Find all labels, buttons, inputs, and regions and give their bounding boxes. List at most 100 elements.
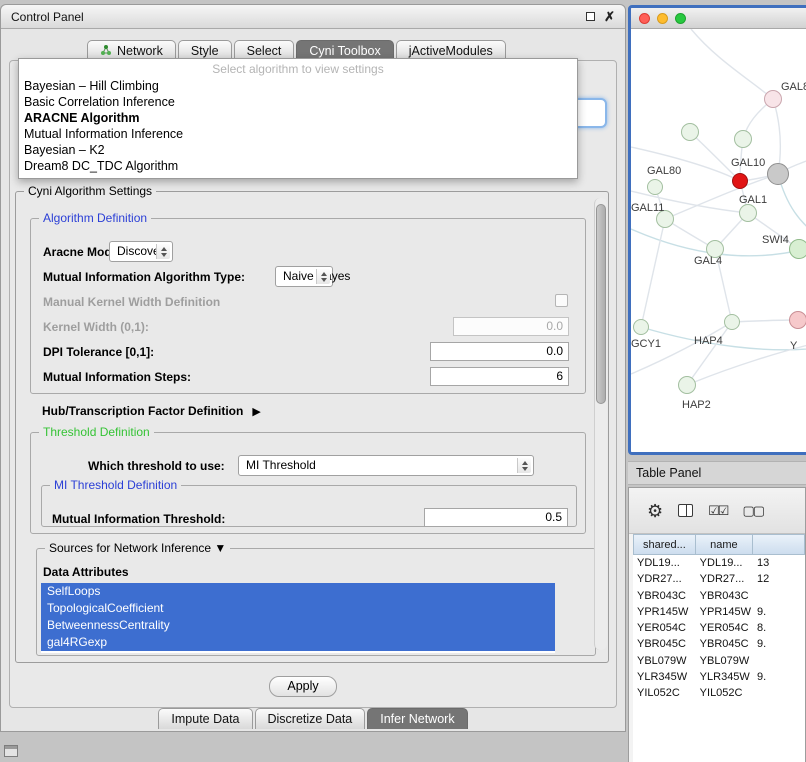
table-cell: YDR27...	[633, 571, 696, 587]
hub-section-toggle[interactable]: Hub/Transcription Factor Definition ▶	[42, 404, 261, 418]
float-window-icon[interactable]	[586, 12, 595, 21]
table-panel-titlebar: Table Panel	[628, 461, 806, 485]
network-node[interactable]	[789, 311, 806, 329]
scrollbar-thumb[interactable]	[596, 204, 606, 404]
tab-label: Infer Network	[380, 712, 454, 726]
combo-stepper-icon	[517, 458, 531, 473]
network-node[interactable]	[739, 204, 757, 222]
network-node-label: SWI4	[762, 234, 789, 246]
settings-scrollbar[interactable]	[594, 198, 607, 650]
algorithm-option[interactable]: Mutual Information Inference	[19, 126, 577, 142]
node-table: shared... name YDL19...YDL19...13YDR27..…	[633, 534, 805, 762]
close-icon[interactable]: ✗	[604, 10, 615, 23]
network-node-label: GAL80	[647, 165, 681, 177]
network-node[interactable]	[633, 319, 649, 335]
tab-discretize-data[interactable]: Discretize Data	[255, 708, 366, 729]
network-node-label: Y	[790, 340, 797, 352]
network-node[interactable]	[678, 376, 696, 394]
minimize-traffic-light-icon[interactable]	[657, 13, 668, 24]
table-toolbar: ⚙ ☑☑ ▢▢	[629, 488, 805, 534]
algorithm-definition-group: Algorithm Definition Aracne Mode: Discov…	[30, 218, 586, 394]
attribute-item[interactable]: TopologicalCoefficient	[41, 600, 555, 617]
gear-icon[interactable]: ⚙	[647, 502, 663, 520]
table-row[interactable]: YBL079WYBL079W	[633, 653, 805, 669]
network-window-titlebar[interactable]	[631, 8, 806, 29]
tab-infer-network[interactable]: Infer Network	[367, 708, 467, 729]
combo-stepper-icon	[156, 244, 170, 259]
column-header-shared-name[interactable]: shared...	[633, 534, 696, 555]
attribute-item[interactable]: BetweennessCentrality	[41, 617, 555, 634]
data-attributes-label: Data Attributes	[43, 565, 129, 579]
table-row[interactable]: YPR145WYPR145W9.	[633, 604, 805, 620]
deselect-all-icon[interactable]: ▢▢	[742, 504, 763, 517]
network-canvas[interactable]: GAL8GAL80GAL10GAL11GAL1SWI4GAL4GCY1HAP4H…	[631, 29, 806, 452]
control-panel-titlebar[interactable]: Control Panel ✗	[1, 5, 625, 29]
combo-value: MI Threshold	[239, 456, 533, 475]
zoom-traffic-light-icon[interactable]	[675, 13, 686, 24]
window-title: Control Panel	[11, 10, 84, 24]
network-node[interactable]	[647, 179, 663, 195]
which-threshold-select[interactable]: MI Threshold	[238, 455, 534, 476]
restore-panel-icon[interactable]	[4, 745, 18, 757]
algorithm-option-selected[interactable]: ARACNE Algorithm	[19, 110, 577, 126]
table-row[interactable]: YER054CYER054C8.	[633, 620, 805, 636]
network-node[interactable]	[789, 239, 806, 259]
column-header-partial[interactable]	[753, 534, 805, 555]
table-row[interactable]: YDL19...YDL19...13	[633, 555, 805, 571]
algorithm-option[interactable]: Bayesian – Hill Climbing	[19, 78, 577, 94]
mi-threshold-label: Mutual Information Threshold:	[52, 512, 225, 526]
network-node[interactable]	[724, 314, 740, 330]
columns-icon[interactable]	[678, 504, 693, 517]
network-node[interactable]	[764, 90, 782, 108]
algorithm-option[interactable]: Bayesian – K2	[19, 142, 577, 158]
mi-type-label: Mutual Information Algorithm Type:	[43, 270, 245, 284]
close-traffic-light-icon[interactable]	[639, 13, 650, 24]
network-node[interactable]	[732, 173, 748, 189]
sources-group-title[interactable]: Sources for Network Inference ▼	[45, 541, 230, 556]
manual-kernel-checkbox[interactable]	[555, 294, 568, 307]
algorithm-dropdown-list: Select algorithm to view settings Bayesi…	[18, 58, 578, 179]
tab-label: Select	[247, 44, 282, 58]
attribute-item[interactable]: gal4RGexp	[41, 634, 555, 651]
cyni-algorithm-settings-group: Cyni Algorithm Settings Algorithm Defini…	[15, 191, 609, 663]
table-row[interactable]: YBR045CYBR045C9.	[633, 636, 805, 652]
table-cell: YLR345W	[633, 669, 696, 685]
settings-group-title: Cyni Algorithm Settings	[24, 184, 156, 199]
table-header-row: shared... name	[633, 534, 805, 555]
network-node-label: GAL4	[694, 255, 722, 267]
dpi-tolerance-field[interactable]: 0.0	[430, 342, 569, 361]
sources-title-text: Sources for Network Inference	[49, 541, 211, 555]
kernel-width-field[interactable]: 0.0	[453, 317, 569, 336]
table-row[interactable]: YBR043CYBR043C	[633, 588, 805, 604]
network-node-label: GAL10	[731, 157, 765, 169]
data-attributes-list[interactable]: SelfLoops TopologicalCoefficient Between…	[41, 583, 555, 653]
aracne-mode-select[interactable]: Discovery	[109, 241, 173, 262]
select-all-icon[interactable]: ☑☑	[708, 504, 727, 517]
algorithm-dropdown-placeholder: Select algorithm to view settings	[19, 61, 577, 78]
algorithm-option[interactable]: Basic Correlation Inference	[19, 94, 577, 110]
table-row[interactable]: YDR27...YDR27...12	[633, 571, 805, 587]
apply-button[interactable]: Apply	[269, 676, 337, 697]
table-cell: YBL079W	[633, 653, 696, 669]
table-cell: YIL052C	[633, 685, 696, 701]
algorithm-option[interactable]: Dream8 DC_TDC Algorithm	[19, 158, 577, 174]
network-node[interactable]	[681, 123, 699, 141]
attribute-item[interactable]: SelfLoops	[41, 583, 555, 600]
table-row[interactable]: YLR345WYLR345W9.	[633, 669, 805, 685]
tab-label: Cyni Toolbox	[309, 44, 380, 58]
sources-group: Sources for Network Inference ▼ Data Att…	[36, 548, 596, 656]
network-node-label: GAL1	[739, 194, 767, 206]
table-row[interactable]: YIL052CYIL052C	[633, 685, 805, 701]
tab-impute-data[interactable]: Impute Data	[158, 708, 252, 729]
manual-kernel-label: Manual Kernel Width Definition	[43, 295, 220, 309]
mi-threshold-field[interactable]: 0.5	[424, 508, 568, 527]
mi-type-select[interactable]: Naive Bayes	[275, 266, 333, 287]
table-cell: YPR145W	[633, 604, 696, 620]
hub-section-label: Hub/Transcription Factor Definition	[42, 404, 243, 418]
network-node[interactable]	[734, 130, 752, 148]
table-body: YDL19...YDL19...13YDR27...YDR27...12YBR0…	[633, 555, 805, 702]
network-node[interactable]	[767, 163, 789, 185]
mi-steps-field[interactable]: 6	[430, 367, 569, 386]
network-view-window: GAL8GAL80GAL10GAL11GAL1SWI4GAL4GCY1HAP4H…	[628, 5, 806, 455]
column-header-name[interactable]: name	[696, 534, 753, 555]
